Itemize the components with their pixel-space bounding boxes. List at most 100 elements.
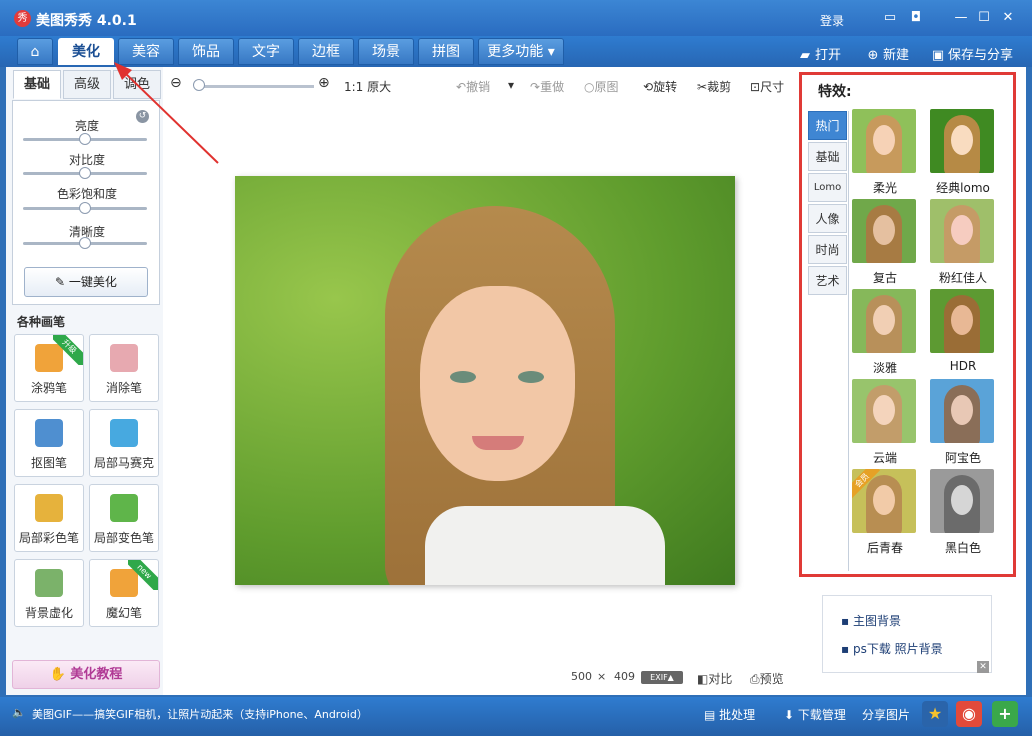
batch-button[interactable]: ▤ 批处理 [704, 706, 755, 723]
marquee-link[interactable]: 美图GIF——搞笑GIF相机，让照片动起来（支持iPhone、Android） [32, 706, 368, 722]
open-button[interactable]: ▰ 打开 [798, 44, 841, 63]
slider-knob[interactable] [79, 237, 91, 249]
tab-collage[interactable]: 拼图 [418, 38, 474, 65]
thumbnail-face [873, 485, 895, 515]
brush-tool[interactable]: 背景虚化 [14, 559, 84, 627]
crop-button[interactable]: ✂裁剪 [697, 78, 731, 95]
brush-label: 背景虚化 [24, 606, 73, 620]
original-size-button[interactable]: 1:1 原大 [344, 78, 391, 95]
preview-button[interactable]: ⎙预览 [750, 670, 784, 687]
effects-title: 特效: [818, 84, 852, 100]
slider-label-brightness: 亮度 [74, 119, 99, 133]
effect-label: 粉红佳人 [938, 271, 987, 285]
save-share-button[interactable]: ▣ 保存与分享 [931, 44, 1013, 63]
compare-button[interactable]: ◧对比 [697, 670, 732, 687]
slider-knob[interactable] [79, 133, 91, 145]
tab-more[interactable]: 更多功能 ▾ [478, 38, 564, 65]
effect-category-tab[interactable]: 基础 [808, 142, 847, 171]
brightness-slider[interactable] [23, 133, 147, 145]
scissors-icon: ✂ [697, 80, 708, 94]
brush-badge-label: 升级 [53, 335, 83, 365]
skin-icon[interactable]: ◘ [907, 10, 925, 26]
brush-label: 局部马赛克 [93, 456, 154, 470]
tab-color[interactable]: 调色 [113, 70, 161, 99]
effect-thumbnail [930, 379, 994, 443]
home-tab[interactable]: ⌂ [17, 38, 53, 65]
brush-label: 消除笔 [105, 381, 142, 395]
tab-accessories[interactable]: 饰品 [178, 38, 234, 65]
batch-label: 批处理 [719, 708, 756, 722]
download-manager-button[interactable]: ⬇ 下载管理 [784, 706, 846, 723]
effect-thumbnail [852, 379, 916, 443]
undo-button[interactable]: ↶撤销 [456, 78, 490, 95]
effect-category-tab[interactable]: 艺术 [808, 266, 847, 295]
effect-thumbnail [930, 289, 994, 353]
brush-tool[interactable]: 抠图笔 [14, 409, 84, 477]
effect-category-tab[interactable]: 人像 [808, 204, 847, 233]
dimension-separator: × [597, 670, 607, 683]
tutorial-button[interactable]: ✋ 美化教程 [12, 660, 160, 689]
sharpness-slider[interactable] [23, 237, 147, 249]
ad-link[interactable]: ▪ 主图背景 [841, 612, 901, 629]
brush-tool[interactable]: 局部彩色笔 [14, 484, 84, 552]
saturation-slider[interactable] [23, 202, 147, 214]
brush-tool[interactable]: 局部变色笔 [89, 484, 159, 552]
star-icon[interactable]: ★ [922, 701, 948, 727]
magic-wand-icon: ✎ [55, 275, 69, 289]
ad-close-icon[interactable]: ✕ [977, 661, 989, 673]
slider-knob[interactable] [79, 167, 91, 179]
ad-link[interactable]: ▪ ps下载 照片背景 [841, 640, 943, 657]
app-title: 美图秀秀 4.0.1 [36, 13, 137, 29]
tutorial-label: 美化教程 [70, 667, 123, 682]
basic-adjust-box: ↺ 亮度 对比度 色彩饱和度 清晰度 ✎ 一键美化 [12, 100, 160, 305]
rotate-icon: ⟲ [643, 80, 654, 94]
brush-label: 局部变色笔 [93, 531, 154, 545]
zoom-in-icon[interactable]: ⊕ [318, 75, 330, 91]
brush-tool[interactable]: 魔幻笔 new [89, 559, 159, 627]
effect-label: 复古 [872, 271, 897, 285]
contrast-slider[interactable] [23, 167, 147, 179]
minimize-icon[interactable]: — [952, 10, 970, 26]
exif-button[interactable]: EXIF▲ [641, 671, 683, 684]
original-button[interactable]: ○原图 [584, 78, 619, 95]
new-button[interactable]: ⊕ 新建 [866, 44, 909, 63]
redo-button[interactable]: ↷重做 [530, 78, 564, 95]
tab-advanced[interactable]: 高级 [63, 70, 111, 99]
tab-border[interactable]: 边框 [298, 38, 354, 65]
thumbnail-face [951, 125, 973, 155]
ad-box: ▪ 主图背景 ▪ ps下载 照片背景 [822, 595, 992, 673]
tab-beautify[interactable]: 美化 [58, 38, 114, 65]
resize-button[interactable]: ⊡尺寸 [750, 78, 784, 95]
effect-category-tab[interactable]: Lomo [808, 173, 847, 202]
one-key-beautify-button[interactable]: ✎ 一键美化 [24, 267, 148, 297]
close-icon[interactable]: ✕ [999, 10, 1017, 26]
effect-category-tab[interactable]: 热门 [808, 111, 847, 140]
rotate-button[interactable]: ⟲旋转 [643, 78, 677, 95]
zoom-slider[interactable] [194, 85, 314, 88]
weibo-icon[interactable]: ◉ [956, 701, 982, 727]
add-icon[interactable]: + [992, 701, 1018, 727]
thumbnail-face [951, 395, 973, 425]
effect-thumbnail [930, 469, 994, 533]
brush-section-title: 各种画笔 [17, 315, 66, 329]
tab-text[interactable]: 文字 [238, 38, 294, 65]
compare-icon: ◧ [697, 672, 709, 686]
tab-basic[interactable]: 基础 [13, 70, 61, 99]
undo-dropdown[interactable]: ▾ [508, 78, 514, 92]
brush-tool[interactable]: 局部马赛克 [89, 409, 159, 477]
maximize-icon[interactable]: ☐ [975, 10, 993, 26]
zoom-out-icon[interactable]: ⊖ [170, 75, 182, 91]
effect-category-tab[interactable]: 时尚 [808, 235, 847, 264]
tab-scene[interactable]: 场景 [358, 38, 414, 65]
login-link[interactable]: 登录 [820, 12, 844, 29]
photo-canvas[interactable] [235, 176, 735, 585]
brush-tool[interactable]: 消除笔 [89, 334, 159, 402]
share-picture-link[interactable]: 分享图片 [862, 706, 910, 723]
brush-tool[interactable]: 涂鸦笔 升级 [14, 334, 84, 402]
effect-thumbnail [930, 109, 994, 173]
new-label: 新建 [883, 48, 910, 63]
tab-face[interactable]: 美容 [118, 38, 174, 65]
zoom-knob[interactable] [193, 79, 205, 91]
feedback-icon[interactable]: ▭ [881, 10, 899, 26]
slider-knob[interactable] [79, 202, 91, 214]
